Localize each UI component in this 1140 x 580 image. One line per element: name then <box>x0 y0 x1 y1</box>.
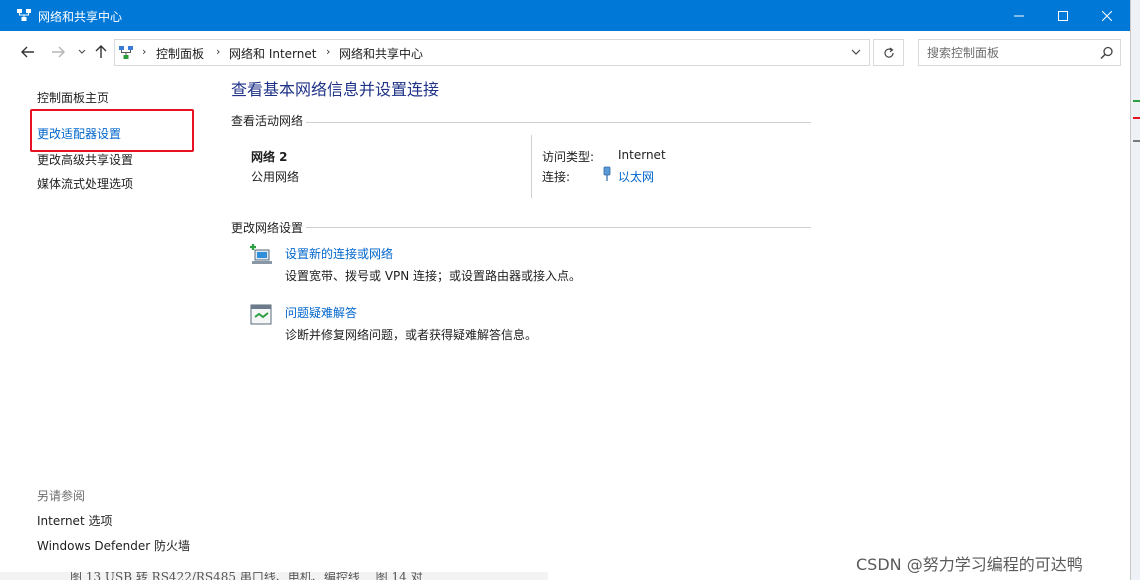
minimize-button[interactable] <box>996 0 1042 31</box>
search-input[interactable] <box>927 44 1097 61</box>
sidebar-item-media-streaming[interactable]: 媒体流式处理选项 <box>37 175 133 192</box>
background-document-text: 图 13 USB 转 RS422/RS485 串口线、电机、编控线 图 14 对 <box>70 572 423 580</box>
navigation-bar: › 控制面板 › 网络和 Internet › 网络和共享中心 <box>0 31 1130 72</box>
background-document-strip: 图 13 USB 转 RS422/RS485 串口线、电机、编控线 图 14 对 <box>0 572 548 580</box>
arrow-right-icon <box>52 46 65 58</box>
background-marker <box>1133 100 1140 102</box>
search-box[interactable] <box>918 39 1121 66</box>
troubleshoot-icon <box>250 304 272 325</box>
breadcrumb-separator: › <box>216 45 221 58</box>
troubleshoot-link[interactable]: 问题疑难解答 <box>285 304 357 321</box>
title-bar: 网络和共享中心 <box>0 0 1130 31</box>
up-button[interactable] <box>91 42 111 62</box>
minimize-icon <box>1014 15 1024 16</box>
network-center-icon <box>17 9 31 21</box>
access-type-label: 访问类型: <box>542 150 595 164</box>
network-divider <box>531 135 532 198</box>
troubleshoot-description: 诊断并修复网络问题，或者获得疑难解答信息。 <box>285 328 538 342</box>
breadcrumb-control-panel[interactable]: 控制面板 <box>156 45 204 62</box>
window-title: 网络和共享中心 <box>38 10 123 24</box>
sidebar-item-change-advanced-sharing[interactable]: 更改高级共享设置 <box>37 151 133 168</box>
see-also-heading: 另请参阅 <box>37 489 86 503</box>
active-networks-heading: 查看活动网络 <box>231 114 304 128</box>
address-dropdown-button[interactable] <box>848 44 864 60</box>
search-icon[interactable] <box>1100 46 1114 60</box>
maximize-icon <box>1058 10 1068 21</box>
forward-button[interactable] <box>48 42 68 62</box>
close-button[interactable] <box>1084 0 1130 31</box>
new-connection-icon <box>250 244 272 264</box>
see-also-internet-options[interactable]: Internet 选项 <box>37 512 112 529</box>
breadcrumb-network-sharing-center[interactable]: 网络和共享中心 <box>339 45 423 62</box>
setup-new-connection-description: 设置宽带、拨号或 VPN 连接；或设置路由器或接入点。 <box>285 269 582 283</box>
chevron-down-icon <box>851 49 861 55</box>
close-icon <box>1102 10 1112 21</box>
control-panel-icon <box>119 46 133 59</box>
refresh-icon <box>883 47 894 58</box>
ethernet-icon <box>603 166 611 181</box>
recent-locations-button[interactable] <box>72 42 92 62</box>
background-marker <box>1133 117 1140 119</box>
see-also-windows-defender-firewall[interactable]: Windows Defender 防火墙 <box>37 537 190 554</box>
arrow-left-icon <box>21 46 34 58</box>
annotation-highlight-box <box>30 109 194 152</box>
ethernet-connection-link[interactable]: 以太网 <box>618 168 654 185</box>
sidebar-item-control-panel-home[interactable]: 控制面板主页 <box>37 89 109 106</box>
section-divider <box>306 122 811 123</box>
chevron-down-icon <box>78 49 86 54</box>
refresh-button[interactable] <box>873 39 904 66</box>
network-name: 网络 2 <box>251 150 288 164</box>
background-marker <box>1133 140 1140 142</box>
access-type-value: Internet <box>618 148 666 162</box>
back-button[interactable] <box>18 42 38 62</box>
watermark: CSDN @努力学习编程的可达鸭 <box>856 555 1083 574</box>
address-bar[interactable]: › 控制面板 › 网络和 Internet › 网络和共享中心 <box>114 39 870 66</box>
page-title: 查看基本网络信息并设置连接 <box>231 80 440 99</box>
breadcrumb-separator: › <box>142 45 147 58</box>
change-settings-heading: 更改网络设置 <box>231 221 304 235</box>
setup-new-connection-link[interactable]: 设置新的连接或网络 <box>285 245 393 262</box>
network-type[interactable]: 公用网络 <box>251 168 299 185</box>
breadcrumb-network-internet[interactable]: 网络和 Internet <box>229 45 316 62</box>
connections-label: 连接: <box>542 170 571 184</box>
maximize-button[interactable] <box>1040 0 1086 31</box>
background-window-strip <box>1130 0 1140 580</box>
arrow-up-icon <box>95 45 107 58</box>
section-divider <box>306 227 811 228</box>
breadcrumb-separator: › <box>326 45 331 58</box>
